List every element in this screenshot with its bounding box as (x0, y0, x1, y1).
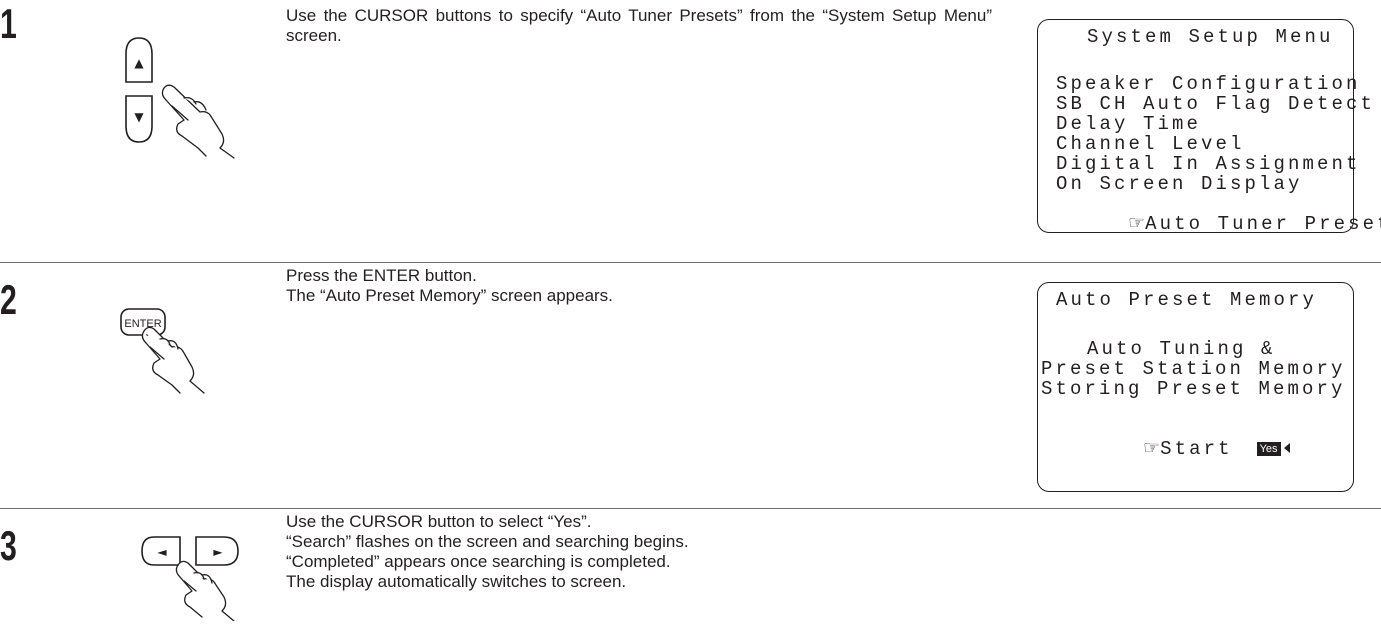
left-arrow-icon: ◄ (157, 545, 167, 559)
enter-button-label: ENTER (124, 318, 161, 330)
description-line: Press the ENTER button. (286, 266, 477, 285)
up-arrow-icon: ▲ (134, 56, 144, 70)
step-number: 1 (0, 0, 17, 47)
osd-menu-item-selected: ☞Auto Tuner Presets (1041, 194, 1381, 254)
auto-preset-memory-screen: Auto Preset Memory Auto Tuning & Preset … (1037, 282, 1354, 492)
description-line: Use the CURSOR buttons to specify “Auto … (286, 6, 992, 45)
description-line: “Completed” appears once searching is co… (286, 552, 671, 571)
osd-menu-item: SB CH Auto Flag Detect (1056, 93, 1376, 115)
left-arrow-icon (1283, 443, 1290, 453)
step-2: 2 ENTER Press the ENTER button. The “Aut… (0, 263, 1381, 508)
description-line: The “Auto Preset Memory” screen appears. (286, 286, 613, 305)
osd-menu-item: On Screen Display (1056, 173, 1303, 195)
pressing-hand-icon (141, 326, 205, 394)
description-line: “Search” flashes on the screen and searc… (286, 532, 689, 551)
cursor-up-down-buttons-illustration: ▲ ▼ (125, 37, 235, 159)
osd-text-line: Preset Station Memory (1041, 358, 1346, 380)
step-number: 3 (0, 522, 17, 569)
osd-menu-item: Digital In Assignment (1056, 153, 1361, 175)
yes-option-badge: Yes (1256, 442, 1281, 456)
osd-start-row: ☞Start Yes (1056, 419, 1290, 479)
enter-button-illustration: ENTER (120, 308, 205, 394)
system-setup-menu-screen: System Setup Menu Speaker Configuration … (1037, 19, 1381, 234)
step-number: 2 (0, 276, 17, 323)
start-label: Start (1160, 438, 1233, 460)
description-line: The display automatically switches to sc… (286, 572, 627, 591)
pointing-hand-icon: ☞ (1128, 213, 1146, 235)
down-arrow-icon: ▼ (134, 110, 144, 124)
step-1-description: Use the CURSOR buttons to specify “Auto … (286, 6, 992, 46)
osd-title: Auto Preset Memory (1056, 289, 1318, 311)
step-3-description: Use the CURSOR button to select “Yes”. “… (286, 512, 992, 592)
step-1: 1 ▲ ▼ Use the CURSOR buttons to specify … (0, 0, 1381, 262)
cursor-left-right-buttons-illustration: ◄ ► (141, 536, 239, 621)
osd-title: System Setup Menu (1087, 26, 1334, 48)
selected-item-label: Auto Tuner Presets (1145, 213, 1381, 235)
pointing-hand-icon: ☞ (1143, 438, 1161, 460)
step-3: 3 ◄ ► Use the CURSOR button to select “Y… (0, 509, 1381, 638)
step-2-description: Press the ENTER button. The “Auto Preset… (286, 266, 992, 306)
osd-text-line: Storing Preset Memory (1041, 378, 1346, 400)
right-arrow-icon: ► (213, 545, 223, 559)
description-line: Use the CURSOR button to select “Yes”. (286, 512, 592, 531)
osd-menu-item: Delay Time (1056, 113, 1202, 135)
pressing-hand-icon (161, 84, 235, 159)
osd-menu-item: Speaker Configuration (1056, 73, 1361, 95)
pressing-hand-icon (175, 560, 235, 621)
osd-menu-item: Channel Level (1056, 133, 1245, 155)
osd-text-line: Auto Tuning & (1087, 338, 1276, 360)
